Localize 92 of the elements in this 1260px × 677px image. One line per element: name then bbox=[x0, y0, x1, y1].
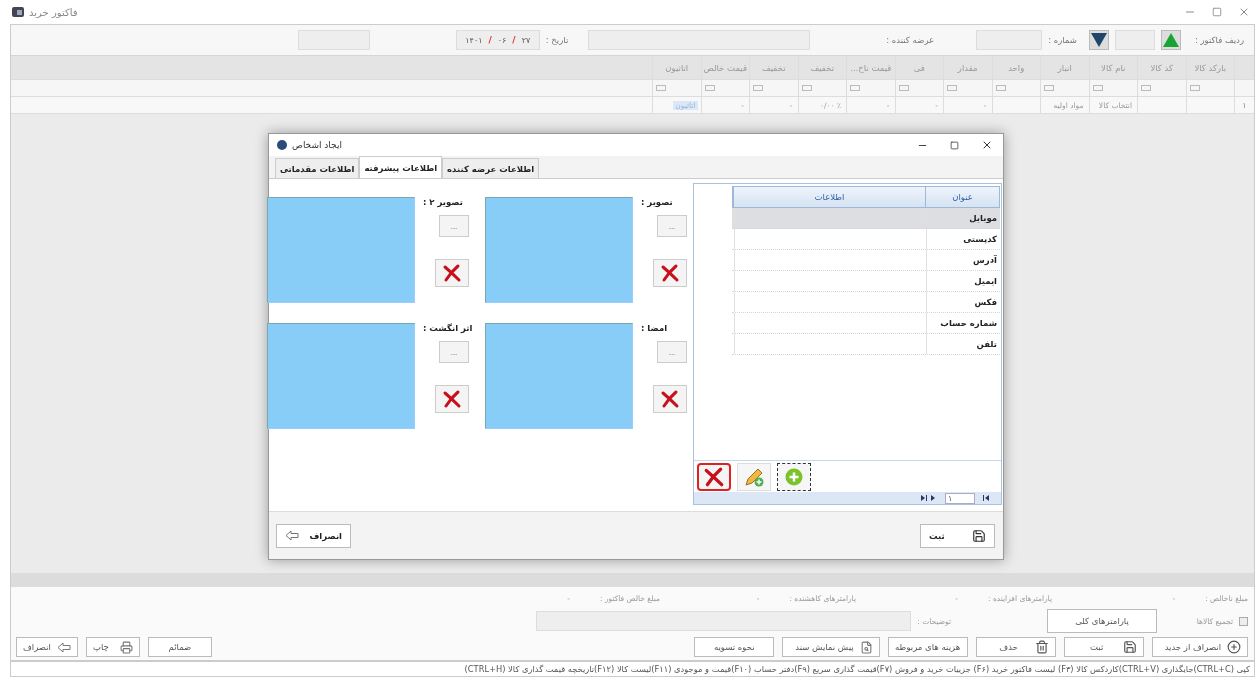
contact-row[interactable]: ایمیل bbox=[732, 271, 1000, 292]
action-button[interactable]: نحوه تسویه bbox=[694, 637, 775, 657]
filter-icon bbox=[1141, 85, 1151, 91]
save-icon bbox=[972, 528, 986, 543]
contact-row[interactable]: شماره حساب bbox=[732, 313, 1000, 334]
action-button[interactable]: هزینه های مربوطه bbox=[887, 637, 968, 657]
pencil-plus-icon bbox=[743, 466, 765, 488]
action-button[interactable]: پیش نمایش سند bbox=[782, 637, 880, 657]
filter-icon bbox=[656, 85, 666, 91]
filter-icon bbox=[1044, 85, 1054, 91]
notes-field[interactable] bbox=[536, 611, 912, 631]
browse-button[interactable]: ... bbox=[439, 215, 469, 237]
back-arrow-icon bbox=[285, 530, 299, 541]
action-button[interactable]: حذف bbox=[975, 637, 1056, 657]
field-label: ردیف فاکتور : bbox=[1194, 35, 1244, 45]
filter-icon bbox=[753, 85, 763, 91]
column-header[interactable]: عنوان bbox=[925, 187, 999, 207]
field-label: عرضه کننده : bbox=[886, 35, 935, 45]
filter-icon bbox=[704, 85, 715, 91]
delete-icon bbox=[442, 389, 462, 409]
shortcut-hints: کپی (CTRL+C)جایگذاری (CTRL+V)کاردکس کالا (F۳) لیست فاکتور خرید (F۶) جزییات خرید و فروش (F۷)قیمت گذاری سریع (F۹)دفتر حساب (F۱۰)قیمت و موجودی (F۱۱)لیست کالا (F۱۲)تاریخچه قیمت گذاری کالا (CTRL+H) bbox=[10, 661, 1255, 677]
field-label: شماره : bbox=[1048, 35, 1077, 45]
up-triangle-icon bbox=[1162, 33, 1179, 47]
filter-icon bbox=[801, 85, 812, 91]
supplier-field[interactable] bbox=[588, 30, 811, 50]
filter-icon bbox=[898, 85, 909, 91]
filter-icon bbox=[995, 85, 1006, 91]
contact-row[interactable]: تلفن bbox=[732, 334, 1000, 355]
column-header[interactable]: اطلاعات bbox=[733, 187, 925, 207]
filter-icon bbox=[850, 85, 860, 91]
close-button[interactable] bbox=[981, 139, 993, 151]
contact-row[interactable]: کدپستی bbox=[732, 229, 1000, 250]
contact-row[interactable]: فکس bbox=[732, 292, 1000, 313]
text-field[interactable] bbox=[297, 30, 370, 50]
app-icon bbox=[277, 140, 287, 150]
back-arrow-icon bbox=[56, 641, 71, 653]
remove-image-button[interactable] bbox=[435, 259, 469, 287]
add-icon bbox=[785, 468, 803, 486]
app-icon bbox=[12, 6, 24, 18]
delete-icon bbox=[703, 466, 725, 488]
action-button[interactable]: ثبت bbox=[1063, 637, 1144, 657]
date-field[interactable]: ۲۷ / ۰۶ / ۱۴۰۱ bbox=[455, 30, 540, 50]
remove-image-button[interactable] bbox=[653, 385, 687, 413]
action-button[interactable]: انصراف از جدید bbox=[1151, 637, 1248, 657]
image-label: تصویر ۲ : bbox=[423, 197, 463, 207]
delete-icon bbox=[660, 263, 680, 283]
trash-icon bbox=[1034, 640, 1049, 654]
action-button[interactable]: ضمائم bbox=[147, 637, 212, 657]
printer-icon bbox=[119, 640, 133, 654]
delete-button[interactable] bbox=[697, 463, 731, 491]
maximize-button[interactable] bbox=[950, 140, 959, 150]
save-button[interactable]: ثبت bbox=[920, 523, 995, 548]
browse-button[interactable]: ... bbox=[439, 341, 469, 363]
filter-icon bbox=[1092, 85, 1103, 91]
next-button[interactable] bbox=[1160, 30, 1181, 50]
row-number: ۱ bbox=[1234, 97, 1254, 113]
number-field[interactable] bbox=[976, 30, 1043, 50]
general-parameters-button[interactable]: پارامترهای کلی bbox=[1047, 609, 1157, 633]
down-triangle-icon bbox=[1090, 33, 1107, 47]
next-page-icon[interactable] bbox=[921, 495, 937, 501]
previous-button[interactable] bbox=[1088, 30, 1109, 50]
image-label: امضا : bbox=[641, 323, 668, 333]
image-label: اثر انگشت : bbox=[423, 323, 473, 333]
contact-row[interactable]: موبایل bbox=[732, 208, 1000, 229]
tab[interactable]: اطلاعات پیشرفته bbox=[359, 156, 443, 178]
field-label: تاریخ : bbox=[545, 35, 569, 45]
add-icon bbox=[1227, 640, 1241, 654]
edit-button[interactable] bbox=[737, 463, 771, 491]
action-button[interactable]: چاپ bbox=[85, 637, 140, 657]
dialog-title: ایجاد اشخاص bbox=[292, 140, 342, 150]
document-preview-icon bbox=[859, 640, 873, 654]
add-button[interactable] bbox=[777, 463, 811, 491]
invoice-row-field[interactable] bbox=[1114, 30, 1155, 50]
browse-button[interactable]: ... bbox=[657, 215, 687, 237]
page-field[interactable]: ۱ bbox=[945, 492, 975, 504]
tab[interactable]: اطلاعات مقدماتی bbox=[275, 158, 360, 178]
contact-row[interactable]: آدرس bbox=[732, 250, 1000, 271]
save-icon bbox=[1122, 640, 1137, 654]
filter-icon bbox=[947, 85, 957, 91]
filter-icon bbox=[1189, 85, 1200, 91]
action-button[interactable]: انصراف bbox=[16, 637, 78, 657]
checkbox[interactable] bbox=[1239, 616, 1248, 626]
window-title: فاکتور خرید bbox=[29, 6, 78, 18]
cancel-button[interactable]: انصراف bbox=[276, 523, 351, 548]
remove-image-button[interactable] bbox=[653, 259, 687, 287]
delete-icon bbox=[442, 263, 462, 283]
restore-button[interactable] bbox=[1212, 7, 1222, 17]
tab[interactable]: اطلاعات عرضه کننده bbox=[442, 158, 540, 178]
image-label: تصویر : bbox=[641, 197, 673, 207]
browse-button[interactable]: ... bbox=[657, 341, 687, 363]
delete-icon bbox=[660, 389, 680, 409]
remove-image-button[interactable] bbox=[435, 385, 469, 413]
